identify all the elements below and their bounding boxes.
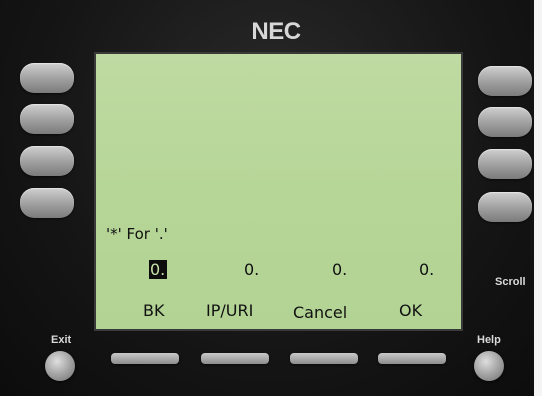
ip-octet-1[interactable]: 0.: [149, 260, 168, 279]
right-line-key-3[interactable]: [478, 149, 532, 179]
ip-octet-4[interactable]: 0.: [419, 260, 434, 279]
softkey-2-button[interactable]: [201, 353, 269, 364]
input-hint: '*' For '.': [106, 225, 168, 243]
lcd-screen: '*' For '.' 0. 0. 0. 0. BK IP/URI Cancel…: [94, 52, 463, 331]
exit-button[interactable]: [45, 351, 75, 381]
left-line-key-3[interactable]: [20, 146, 74, 176]
right-line-key-1[interactable]: [478, 66, 532, 96]
image-border: [534, 0, 542, 396]
ip-octet-1-value: 0.: [149, 260, 168, 279]
scroll-label: Scroll: [495, 276, 526, 288]
softkey-3-button[interactable]: [290, 353, 358, 364]
right-line-key-2[interactable]: [478, 107, 532, 137]
right-line-key-4[interactable]: [478, 192, 532, 222]
exit-label: Exit: [51, 334, 72, 346]
softkey-1-button[interactable]: [111, 353, 179, 364]
softkey-ip-uri-label: IP/URI: [206, 301, 254, 320]
phone-body: NEC '*' For '.' 0. 0. 0. 0. BK IP/URI Ca…: [0, 0, 542, 396]
help-label: Help: [477, 334, 501, 346]
help-button[interactable]: [474, 351, 504, 381]
left-line-key-4[interactable]: [20, 188, 74, 218]
softkey-4-button[interactable]: [378, 353, 446, 364]
left-line-key-1[interactable]: [20, 63, 74, 93]
ip-octet-3[interactable]: 0.: [332, 260, 347, 279]
softkey-ok-label: OK: [399, 301, 423, 320]
ip-octet-2[interactable]: 0.: [244, 260, 259, 279]
brand-logo: NEC: [251, 18, 301, 45]
softkey-cancel-label: Cancel: [293, 303, 348, 322]
softkey-bk-label: BK: [143, 301, 165, 320]
left-line-key-2[interactable]: [20, 104, 74, 134]
